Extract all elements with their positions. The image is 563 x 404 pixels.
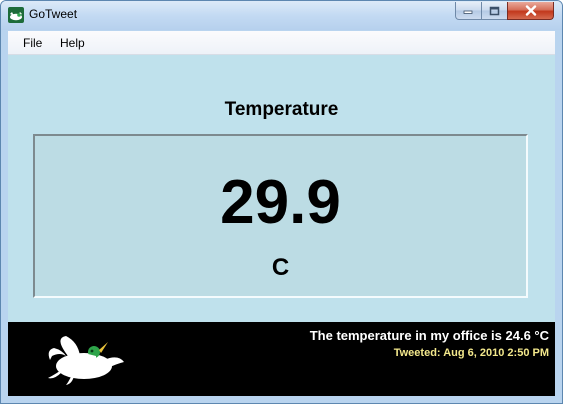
temperature-unit: C <box>271 254 290 281</box>
gotweet-app-icon <box>8 7 24 23</box>
window-title: GoTweet <box>29 7 78 21</box>
close-button[interactable] <box>507 2 554 20</box>
temperature-heading: Temperature <box>224 99 339 120</box>
main-content: Temperature 29.9 C The temperature in my… <box>8 55 555 396</box>
maximize-icon <box>489 6 500 15</box>
minimize-icon <box>463 10 473 14</box>
minimize-button[interactable] <box>455 2 482 20</box>
menu-help[interactable]: Help <box>60 36 85 50</box>
temperature-value: 29.9 <box>220 168 341 237</box>
close-icon <box>525 5 536 16</box>
maximize-button[interactable] <box>481 2 508 20</box>
menu-file[interactable]: File <box>23 36 42 50</box>
tweet-message: The temperature in my office is 24.6 °C <box>309 328 549 343</box>
menu-bar: File Help <box>8 31 555 55</box>
tweet-bar: The temperature in my office is 24.6 °C … <box>8 322 555 396</box>
app-window: GoTweet File Help Temperature 29.9 C The… <box>0 0 563 404</box>
white-bird-logo <box>48 336 124 385</box>
temperature-display-panel: 29.9 C <box>33 134 528 298</box>
title-bar[interactable]: GoTweet <box>1 1 562 30</box>
tweet-timestamp: Tweeted: Aug 6, 2010 2:50 PM <box>393 347 549 359</box>
